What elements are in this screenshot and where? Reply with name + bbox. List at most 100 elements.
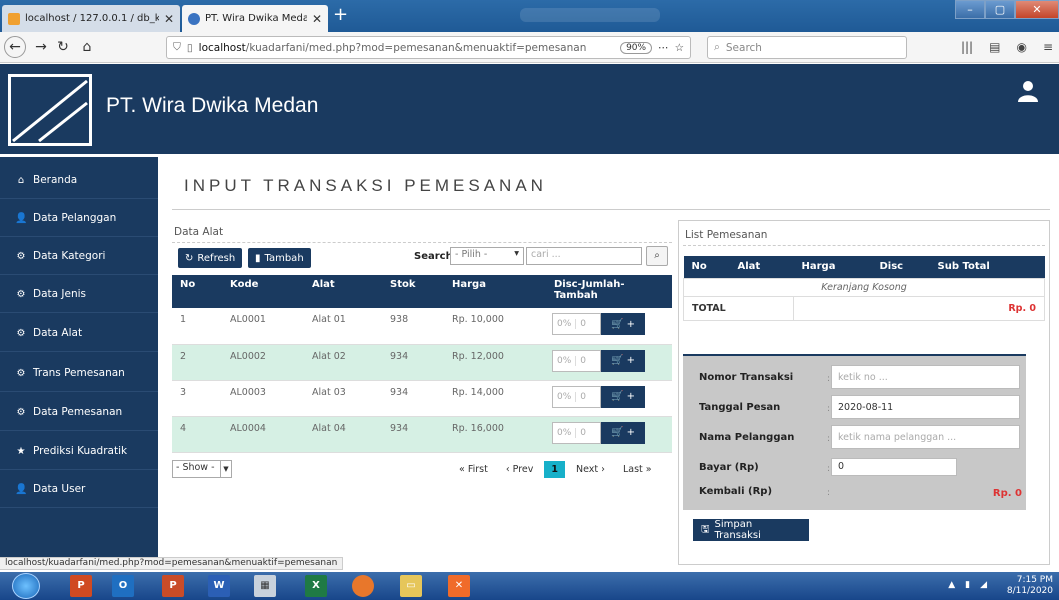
menu-icon[interactable]: ≡ (1043, 40, 1053, 54)
globe-icon (188, 12, 200, 25)
more-icon[interactable]: ⋯ (658, 42, 669, 54)
pager-last[interactable]: Last » (616, 461, 659, 478)
cell-no: 1 (172, 308, 222, 345)
disc-input[interactable]: 0% (553, 355, 577, 366)
simpan-transaksi-button[interactable]: 🖫 Simpan Transaksi (693, 519, 809, 541)
colon: : (827, 404, 831, 414)
volume-icon[interactable]: ◢ (980, 580, 987, 590)
sidebar-item-label: Data Pelanggan (33, 212, 117, 224)
powerpoint-icon[interactable]: P (70, 575, 92, 597)
search-button[interactable]: ⌕ (646, 246, 668, 266)
bookmark-star-icon[interactable]: ☆ (675, 42, 684, 54)
add-to-cart-button[interactable]: 🛒 + (601, 421, 645, 444)
cogs-icon: ⚙ (16, 288, 26, 300)
sidebar-item-data-kategori[interactable]: ⚙ Data Kategori (0, 238, 158, 275)
tanggal-pesan-input[interactable]: 2020-08-11 (831, 395, 1020, 419)
sidebar-item-data-pelanggan[interactable]: 👤 Data Pelanggan (0, 200, 158, 237)
column-header: Disc-Jumlah-Tambah (546, 275, 672, 308)
refresh-button[interactable]: ↻ Refresh (178, 248, 243, 268)
back-icon[interactable]: ← (4, 36, 26, 58)
cart-icon: 🛒 (610, 355, 624, 366)
disc-qty-input[interactable]: 0% 0 (552, 421, 601, 444)
firefox-icon[interactable] (352, 575, 374, 597)
cell-kode: AL0002 (222, 344, 304, 381)
nama-pelanggan-label: Nama Pelanggan (699, 432, 795, 443)
chevron-up-icon[interactable]: ▲ (948, 580, 955, 590)
search-input[interactable]: cari ... (526, 247, 642, 265)
close-tab-icon[interactable]: ✕ (164, 12, 174, 26)
clock-date: 8/11/2020 (1006, 586, 1053, 596)
pager-prev[interactable]: ‹ Prev (499, 461, 541, 478)
disc-input[interactable]: 0% (553, 319, 577, 329)
disc-qty-input[interactable]: 0% 0 (552, 349, 601, 372)
disc-input[interactable]: 0% (553, 391, 577, 402)
powerpoint-viewer-icon[interactable]: P (162, 575, 184, 597)
word-icon[interactable]: W (208, 575, 230, 597)
reload-icon[interactable]: ↻ (52, 36, 74, 58)
forward-icon[interactable]: → (30, 36, 52, 58)
new-tab-button[interactable]: + (333, 4, 348, 26)
browser-search-bar[interactable]: ⌕ Search (707, 36, 907, 59)
sidebar-item-prediksi-kuadratik[interactable]: ★ Prediksi Kuadratik (0, 433, 158, 470)
filter-select-value: - Pilih - (455, 249, 488, 260)
add-to-cart-button[interactable]: 🛒 + (601, 385, 645, 408)
tab-wira-dwika[interactable]: PT. Wira Dwika Medan ✕ (182, 5, 328, 32)
nomor-transaksi-input[interactable]: ketik no ... (831, 365, 1020, 389)
filter-select[interactable]: - Pilih - ▾ (450, 247, 524, 265)
sidebar-icon[interactable]: ▤ (989, 40, 1000, 54)
file-explorer-icon[interactable]: ▭ (400, 575, 422, 597)
colon: : (827, 488, 831, 498)
url-bar[interactable]: ⛉ ▯ localhost/kuadarfani/med.php?mod=pem… (166, 36, 691, 59)
sidebar-item-data-pemesanan[interactable]: ⚙ Data Pemesanan (0, 394, 158, 431)
xampp-icon[interactable]: ✕ (448, 575, 470, 597)
excel-icon[interactable]: X (305, 575, 327, 597)
toolbar-icons: ||| ▤ ◉ ≡ (961, 40, 1053, 54)
add-to-cart-button[interactable]: 🛒 + (601, 313, 645, 335)
cart-label: + (626, 391, 636, 402)
close-window-icon[interactable]: ✕ (1015, 0, 1059, 19)
pager-current[interactable]: 1 (544, 461, 565, 478)
empty-cart-text: Keranjang Kosong (683, 277, 1045, 297)
maximize-icon[interactable]: ▢ (985, 0, 1015, 19)
tambah-button[interactable]: ▮ Tambah (248, 248, 311, 268)
disc-qty-input[interactable]: 0% 0 (552, 385, 601, 408)
column-header: Harga (444, 275, 546, 308)
account-icon[interactable]: ◉ (1016, 40, 1026, 54)
calculator-icon[interactable]: ▦ (254, 575, 276, 597)
minimize-icon[interactable]: – (955, 0, 985, 19)
library-icon[interactable]: ||| (961, 40, 973, 54)
order-list-table: No Alat Harga Disc Sub Total Keranjang K… (683, 256, 1045, 321)
start-button[interactable] (12, 573, 40, 599)
outlook-icon[interactable]: O (112, 575, 134, 597)
pager-next[interactable]: Next › (569, 461, 612, 478)
cell-stok: 934 (382, 344, 444, 381)
user-avatar-icon[interactable] (1017, 80, 1039, 102)
sidebar-item-label: Data Pemesanan (33, 406, 123, 418)
sidebar-item-data-jenis[interactable]: ⚙ Data Jenis (0, 276, 158, 313)
close-tab-icon[interactable]: ✕ (312, 12, 322, 26)
cell-stok: 938 (382, 308, 444, 345)
qty-input[interactable]: 0 (576, 392, 590, 402)
show-select[interactable]: - Show - ▼ (172, 460, 232, 478)
tab-phpmyadmin[interactable]: localhost / 127.0.0.1 / db_kuadr ✕ (2, 5, 180, 32)
clock[interactable]: 7:15 PM 8/11/2020 (1007, 575, 1053, 597)
sidebar-item-trans-pemesanan[interactable]: ⚙ Trans Pemesanan (0, 355, 158, 392)
sidebar-item-data-alat[interactable]: ⚙ Data Alat (0, 315, 158, 352)
network-icon[interactable]: ▮ (965, 580, 970, 590)
qty-input[interactable]: 0 (576, 319, 590, 329)
add-to-cart-button[interactable]: 🛒 + (601, 349, 645, 372)
zoom-indicator[interactable]: 90% (620, 41, 653, 54)
disc-qty-input[interactable]: 0% 0 (552, 313, 601, 335)
user-icon: 👤 (15, 212, 28, 224)
disc-input[interactable]: 0% (553, 427, 577, 438)
qty-input[interactable]: 0 (576, 356, 590, 366)
status-url: localhost/kuadarfani/med.php?mod=pemesan… (0, 557, 344, 570)
home-icon[interactable]: ⌂ (76, 36, 98, 58)
qty-input[interactable]: 0 (576, 428, 590, 438)
nama-pelanggan-input[interactable]: ketik nama pelanggan ... (831, 425, 1020, 449)
column-header: Stok (382, 275, 444, 308)
sidebar-item-beranda[interactable]: ⌂ Beranda (0, 162, 158, 199)
pager-first[interactable]: « First (452, 461, 495, 478)
user-icon: 👤 (15, 483, 28, 495)
sidebar-item-data-user[interactable]: 👤 Data User (0, 471, 158, 508)
